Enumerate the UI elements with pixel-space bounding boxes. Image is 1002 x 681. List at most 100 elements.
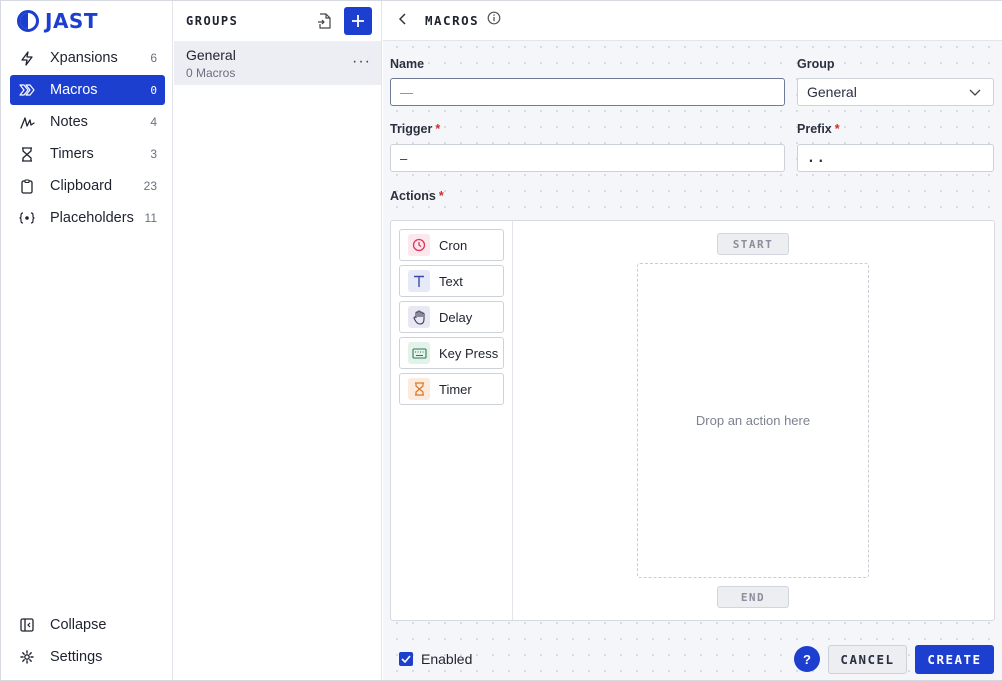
action-dropzone[interactable]: Drop an action here: [637, 263, 869, 578]
groups-header: GROUPS: [174, 1, 381, 41]
chevron-left-icon: [398, 12, 406, 25]
prefix-value: ..: [807, 150, 827, 166]
sidebar-item-label: Notes: [50, 114, 88, 130]
sidebar-item-placeholders[interactable]: Placeholders 11: [10, 203, 165, 233]
trigger-label: Trigger *: [390, 122, 440, 136]
group-name: General: [186, 47, 236, 63]
logo: JAST: [17, 9, 98, 33]
hourglass-icon: [408, 378, 430, 400]
trigger-value: –: [400, 150, 408, 166]
group-label: Group: [797, 57, 835, 71]
dropzone-text: Drop an action here: [695, 413, 811, 428]
name-label: Name: [390, 57, 425, 71]
add-group-button[interactable]: [344, 7, 372, 35]
more-options-icon[interactable]: ···: [352, 53, 371, 71]
logo-text: JAST: [45, 9, 98, 33]
sidebar-item-count: 11: [144, 211, 157, 225]
action-canvas: START Drop an action here END: [513, 221, 994, 620]
end-node: END: [717, 586, 789, 608]
chevrons-right-icon: [19, 82, 35, 98]
name-field[interactable]: —: [390, 78, 785, 106]
group-select[interactable]: General: [797, 78, 994, 106]
clock-icon: [408, 234, 430, 256]
sidebar-item-notes[interactable]: Notes 4: [10, 107, 165, 137]
sidebar-bottom-nav: Collapse Settings: [10, 610, 165, 674]
actions-label-text: Actions: [390, 189, 436, 203]
sidebar-item-count: 6: [150, 51, 157, 65]
action-cron[interactable]: Cron: [399, 229, 504, 261]
clipboard-icon: [19, 178, 35, 194]
sidebar-item-clipboard[interactable]: Clipboard 23: [10, 171, 165, 201]
trigger-label-text: Trigger: [390, 122, 433, 136]
action-text[interactable]: Text: [399, 265, 504, 297]
actions-builder: Cron Text Delay Key Press Timer START Dr…: [390, 220, 995, 621]
sidebar-item-macros[interactable]: Macros 0: [10, 75, 165, 105]
gear-icon: [19, 649, 35, 665]
cancel-button[interactable]: CANCEL: [828, 645, 907, 674]
required-mark: *: [435, 122, 441, 136]
info-icon[interactable]: [487, 11, 501, 30]
collapse-label: Collapse: [50, 617, 107, 633]
sidebar-item-count: 3: [150, 147, 157, 161]
keyboard-icon: [408, 342, 430, 364]
sidebar-item-label: Clipboard: [50, 178, 113, 194]
sidebar-item-label: Xpansions: [50, 50, 118, 66]
back-button[interactable]: [398, 12, 415, 30]
enabled-toggle[interactable]: Enabled: [399, 651, 472, 667]
hand-icon: [408, 306, 430, 328]
plus-icon: [352, 15, 364, 27]
group-macro-count: 0 Macros: [186, 66, 236, 80]
text-icon: [408, 270, 430, 292]
action-label: Delay: [439, 309, 473, 325]
sidebar-item-label: Timers: [50, 146, 94, 162]
sidebar-item-xpansions[interactable]: Xpansions 6: [10, 43, 165, 73]
logo-mark-icon: [17, 10, 39, 32]
group-item-general[interactable]: General 0 Macros ···: [174, 41, 381, 85]
braces-icon: [19, 210, 35, 226]
help-button[interactable]: ?: [794, 646, 820, 672]
bolt-icon: [19, 50, 35, 66]
macro-editor: MACROS Name — Group General Trigger * – P…: [383, 1, 1002, 680]
chevron-down-icon: [969, 89, 981, 96]
action-timer[interactable]: Timer: [399, 373, 504, 405]
sidebar-item-label: Placeholders: [50, 210, 134, 226]
required-mark: *: [438, 189, 444, 203]
sidebar-nav: Xpansions 6 Macros 0 Notes 4 Timers 3 Cl…: [10, 43, 165, 235]
enabled-label: Enabled: [421, 651, 473, 667]
prefix-label: Prefix *: [797, 122, 840, 136]
prefix-label-text: Prefix: [797, 122, 832, 136]
sidebar-collapse-icon: [19, 617, 35, 633]
sidebar-item-label: Macros: [50, 82, 98, 98]
action-label: Text: [439, 273, 463, 289]
group-select-value: General: [807, 84, 857, 100]
page-title: MACROS: [425, 13, 480, 28]
action-delay[interactable]: Delay: [399, 301, 504, 333]
actions-label: Actions *: [390, 189, 444, 203]
collapse-button[interactable]: Collapse: [10, 610, 165, 640]
sidebar-item-count: 0: [150, 83, 157, 97]
file-import-icon: [318, 13, 331, 29]
hourglass-icon: [19, 146, 35, 162]
groups-title: GROUPS: [186, 14, 239, 28]
sidebar-item-timers[interactable]: Timers 3: [10, 139, 165, 169]
sidebar-item-count: 4: [150, 115, 157, 129]
action-label: Timer: [439, 381, 472, 397]
editor-header: MACROS: [383, 1, 1002, 41]
action-label: Key Press: [439, 345, 499, 361]
start-node: START: [717, 233, 789, 255]
app-window: JAST Xpansions 6 Macros 0 Notes 4 Timers…: [0, 0, 1002, 681]
groups-panel: GROUPS General 0 Macros ···: [174, 1, 382, 680]
import-group-button[interactable]: [310, 7, 338, 35]
action-palette: Cron Text Delay Key Press Timer: [391, 221, 513, 620]
trigger-field[interactable]: –: [390, 144, 785, 172]
prefix-field[interactable]: ..: [797, 144, 994, 172]
name-value: —: [400, 84, 413, 100]
sidebar-item-count: 23: [143, 179, 157, 193]
scribble-icon: [19, 114, 35, 130]
settings-label: Settings: [50, 649, 103, 665]
checkbox-checked-icon[interactable]: [399, 652, 413, 666]
settings-button[interactable]: Settings: [10, 642, 165, 672]
required-mark: *: [834, 122, 840, 136]
action-key-press[interactable]: Key Press: [399, 337, 504, 369]
create-button[interactable]: CREATE: [915, 645, 994, 674]
